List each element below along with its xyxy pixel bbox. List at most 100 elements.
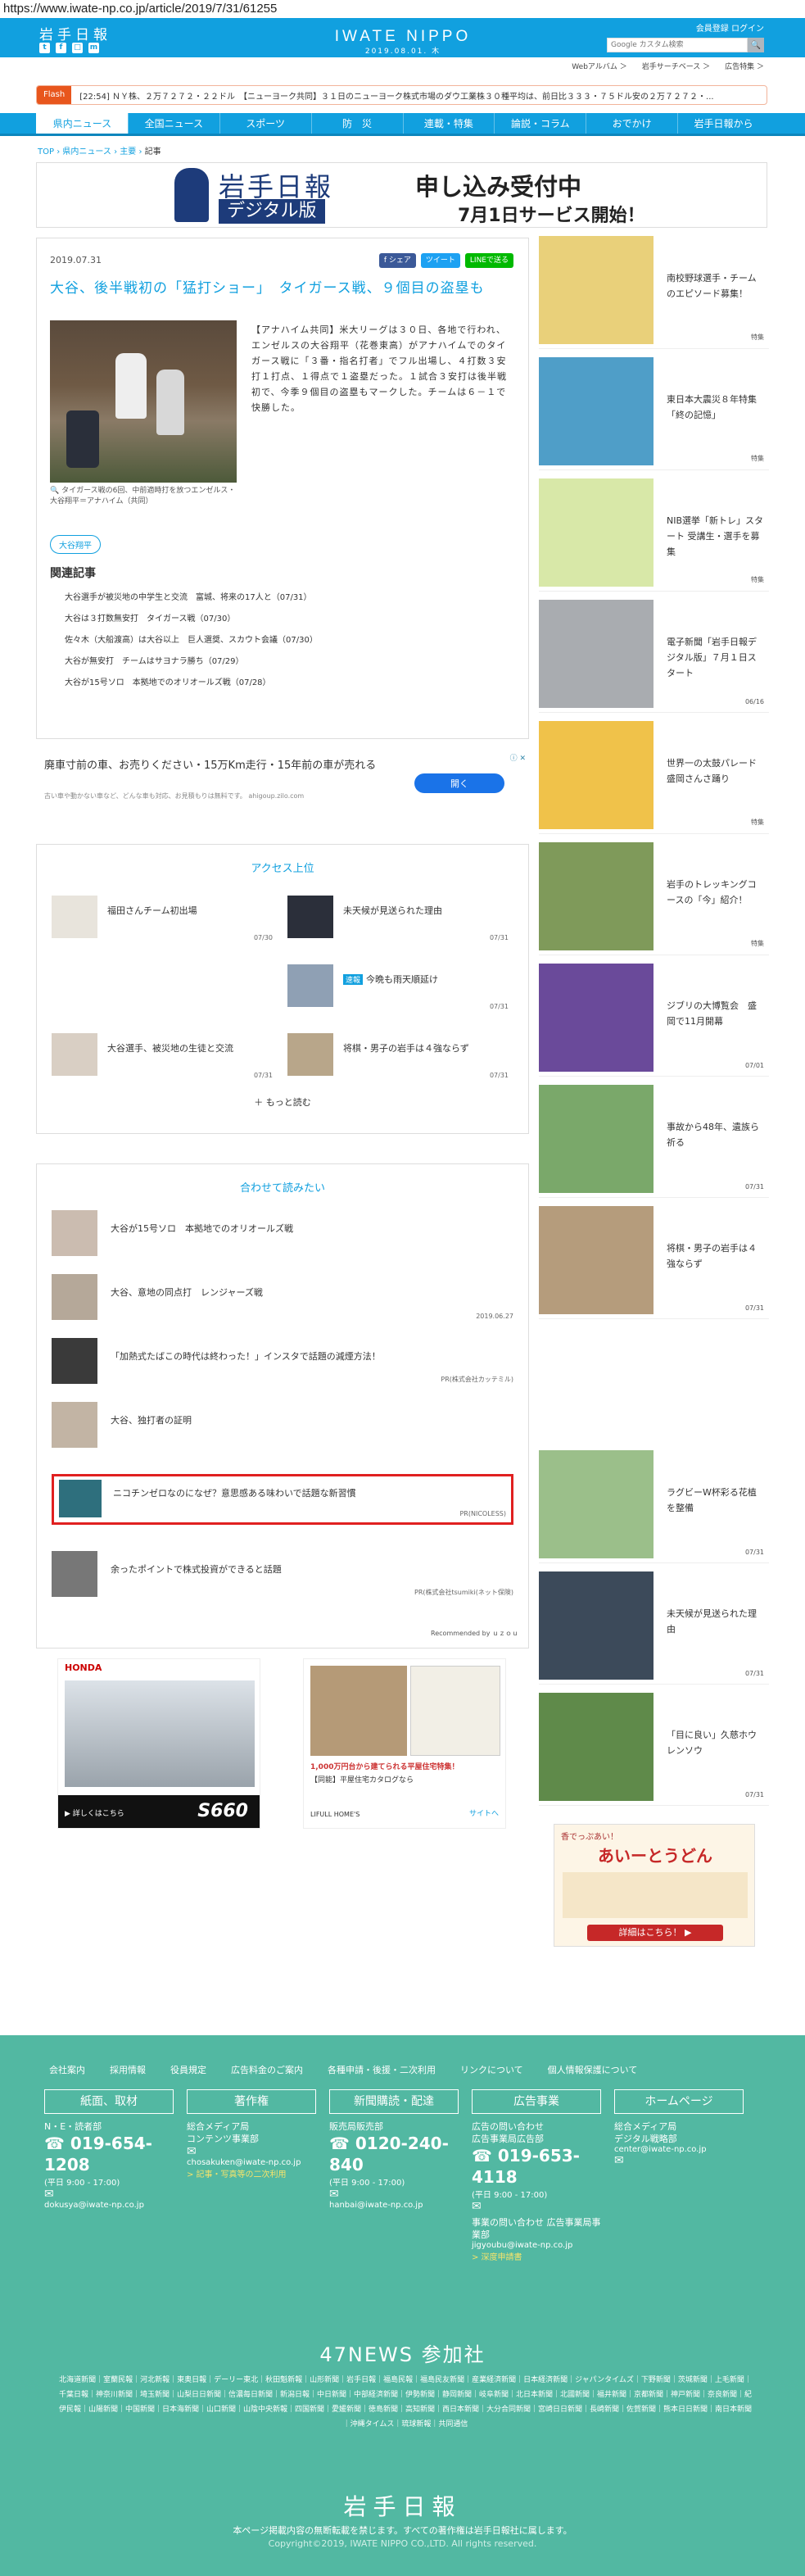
ranking-item[interactable]: 将棋・男子の岩手は４強ならず 07/31 — [287, 1030, 509, 1082]
breadcrumb-main[interactable]: 主要 — [120, 147, 136, 156]
footer-link[interactable]: 役員規定 — [170, 2063, 206, 2076]
facebook-icon[interactable]: f — [56, 43, 66, 53]
col-hours: (平日 9:00 - 17:00) — [329, 2179, 405, 2188]
nav-sports[interactable]: スポーツ — [219, 113, 311, 134]
sidebar-title: 事故から48年、遺族ら祈る — [667, 1122, 759, 1148]
footer-link[interactable]: リンクについて — [460, 2063, 523, 2076]
sidebar-item[interactable]: 「目に良い」久慈ホウレンソウ 07/31 — [539, 1693, 769, 1806]
col-mail[interactable]: hanbai@iwate-np.co.jp — [329, 2201, 459, 2210]
nav-national-news[interactable]: 全国ニュース — [127, 113, 219, 134]
recommend-item[interactable]: 大谷、独打者の証明 — [52, 1399, 513, 1449]
ad-close-icon[interactable]: ⓘ ✕ — [510, 752, 526, 763]
col-link[interactable]: > 深度申請書 — [472, 2250, 601, 2262]
nav-disaster[interactable]: 防 災 — [310, 113, 403, 134]
col-link[interactable]: > 記事・写真等の二次利用 — [187, 2167, 316, 2179]
facebook-share-button[interactable]: f シェア — [378, 253, 416, 268]
related-link[interactable]: 佐々木（大船渡高）は大谷以上 巨人選奨、スカウト会議（07/30） — [65, 630, 318, 651]
nav-series[interactable]: 連載・特集 — [402, 113, 495, 134]
footer-link[interactable]: 各種申請・後援・二次利用 — [328, 2063, 436, 2076]
phone-number[interactable]: ☎ 0120-240-840 — [329, 2133, 459, 2175]
related-link[interactable]: 大谷が15号ソロ 本拠地でのオリオールズ戦（07/28） — [65, 673, 318, 694]
search-button[interactable]: 🔍 — [748, 38, 764, 52]
footer-link[interactable]: 採用情報 — [110, 2063, 146, 2076]
nav-from-iwate[interactable]: 岩手日報から — [677, 113, 769, 134]
twitter-icon[interactable]: t — [39, 43, 50, 53]
breadcrumb-top[interactable]: TOP — [38, 147, 54, 156]
sidebar-thumb — [539, 964, 653, 1072]
ranking-title: 未天候が見送られた理由 — [343, 905, 442, 916]
breadcrumb-local[interactable]: 県内ニュース — [62, 147, 111, 156]
footer-link[interactable]: 個人情報保護について — [548, 2063, 638, 2076]
sublink-search-base[interactable]: 岩手サーチベース ＞ — [642, 61, 710, 71]
nav-outing[interactable]: おでかけ — [586, 113, 677, 134]
udon-link[interactable]: 詳細はこちら！ ▶ — [587, 1925, 723, 1941]
related-link[interactable]: 大谷は３打数無安打 タイガース戦（07/30） — [65, 609, 318, 630]
sidebar-item[interactable]: ジブリの大博覧会 盛岡で11月開幕 07/01 — [539, 964, 769, 1077]
mail-icon[interactable]: m — [88, 43, 99, 53]
nav-local-news[interactable]: 県内ニュース — [36, 113, 128, 134]
article-photo[interactable] — [50, 320, 237, 483]
house-ad[interactable]: 1,000万円台から建てられる平屋住宅特集！ 【同能】平屋住宅カタログなら LI… — [303, 1658, 506, 1829]
sidebar-item[interactable]: 電子新聞「岩手日報デジタル版」７月１日スタート 06/16 — [539, 600, 769, 713]
house-link[interactable]: サイトへ — [469, 1807, 499, 1818]
related-link[interactable]: 大谷選手が被災地の中学生と交流 富城、将来の17人と（07/31） — [65, 587, 318, 609]
honda-ad[interactable]: HONDA ▶ 詳しくはこちら S660 — [57, 1658, 260, 1829]
col-mail[interactable]: center@iwate-np.co.jp — [614, 2145, 744, 2154]
ad-open-button[interactable]: 開く — [414, 773, 504, 793]
phone-number[interactable]: ☎ 019-654-1208 — [44, 2133, 174, 2175]
floor-plan — [410, 1666, 500, 1756]
udon-ad[interactable]: 香でっぷあい！ あいーとうどん 詳細はこちら！ ▶ — [554, 1824, 755, 1947]
member-links[interactable]: 会員登録 ログイン — [696, 21, 764, 34]
sidebar-thumb — [539, 1450, 653, 1558]
flash-text[interactable]: [22:54] ＮＹ株、２万７２７２・２２ドル 【ニューヨーク共同】３１日のニュ… — [79, 89, 713, 102]
ranking-item[interactable]: 大谷選手、被災地の生徒と交流 07/31 — [52, 1030, 273, 1082]
recommend-item[interactable]: 余ったポイントで株式投資ができると話題 PR(株式会社tsumiki(ネット保険… — [52, 1548, 513, 1599]
brand-name[interactable]: IWATE NIPPO — [321, 28, 485, 46]
col-heading: 著作権 — [187, 2089, 316, 2114]
related-link[interactable]: 大谷が無安打 チームはサヨナラ勝ち（07/29） — [65, 651, 318, 673]
more-button[interactable]: ＋ もっと読む — [37, 1095, 528, 1109]
text-ad[interactable]: 廃車寸前の車、お売りください・15万Km走行・15年前の車が売れる 古い車や動か… — [36, 749, 529, 813]
sidebar-item[interactable]: 岩手のトレッキングコースの「今」紹介！ 特集 — [539, 842, 769, 955]
instagram-icon[interactable]: □ — [72, 43, 83, 53]
col-heading: ホームページ — [614, 2089, 744, 2114]
flash-ticker[interactable]: Flash [22:54] ＮＹ株、２万７２７２・２２ドル 【ニューヨーク共同】… — [36, 85, 767, 105]
sidebar-item[interactable]: 世界一の太鼓パレード 盛岡さんさ踊り 特集 — [539, 721, 769, 834]
col-mail[interactable]: jigyoubu@iwate-np.co.jp — [472, 2241, 601, 2250]
ranking-item[interactable]: 未天候が見送られた理由 07/31 — [287, 892, 509, 945]
digital-banner[interactable]: 岩手日報 デジタル版 申し込み受付中 7月1日サービス開始！ — [36, 162, 767, 228]
article-date: 2019.07.31 — [50, 255, 102, 265]
honda-link[interactable]: ▶ 詳しくはこちら — [65, 1807, 124, 1818]
phone-number[interactable]: ☎ 019-653-4118 — [472, 2145, 601, 2188]
col-mail[interactable]: chosakuken@iwate-np.co.jp — [187, 2158, 316, 2167]
line-share-button[interactable]: LINEで送る — [464, 253, 513, 268]
ranking-thumb — [52, 896, 97, 938]
site-logo[interactable]: 岩手日報 — [39, 23, 111, 43]
nav-editorial[interactable]: 論説・コラム — [494, 113, 586, 134]
recommend-item[interactable]: 大谷が15号ソロ 本拠地でのオリオールズ戦 — [52, 1207, 513, 1258]
url-bar[interactable]: https://www.iwate-np.co.jp/article/2019/… — [0, 0, 805, 18]
sublink-ad-feature[interactable]: 広告特集 ＞ — [725, 61, 764, 71]
recommend-item[interactable]: 大谷、意地の同点打 レンジャーズ戦 2019.06.27 — [52, 1271, 513, 1322]
footer-link[interactable]: 広告料金のご案内 — [231, 2063, 303, 2076]
ranking-item[interactable]: 福田さんチーム初出場 07/30 — [52, 892, 273, 945]
ranking-item[interactable]: 速報 今晩も雨天順延け 07/31 — [287, 961, 509, 1014]
sidebar-item[interactable]: ラグビーW杯彩る花植を整備 07/31 — [539, 1450, 769, 1563]
search-input[interactable] — [607, 38, 748, 52]
footer-link[interactable]: 会社案内 — [49, 2063, 85, 2076]
sidebar-item[interactable]: 将棋・男子の岩手は４強ならず 07/31 — [539, 1206, 769, 1319]
sublink-album[interactable]: Webアルバム ＞ — [572, 61, 626, 71]
sidebar-item[interactable]: 事故から48年、遺族ら祈る 07/31 — [539, 1085, 769, 1198]
sidebar-item[interactable]: 東日本大震災８年特集「終の記憶」 特集 — [539, 357, 769, 470]
sidebar-item[interactable]: 南校野球選手・チームのエピソード募集！ 特集 — [539, 236, 769, 349]
sidebar-item[interactable]: 未天候が見送られた理由 07/31 — [539, 1571, 769, 1685]
recommend-item-highlighted[interactable]: ニコチンゼロなのになぜ？意思感ある味わいで話題な新習慣 PR(NICOLESS) — [52, 1474, 513, 1525]
col-mail[interactable]: dokusya@iwate-np.co.jp — [44, 2201, 174, 2210]
sidebar-item[interactable]: NIB選挙「新トレ」スタート 受講生・選手を募集 特集 — [539, 478, 769, 592]
recommend-item[interactable]: 「加熱式たばこの時代は終わった！」インスタで話題の減煙方法！ PR(株式会社カッ… — [52, 1335, 513, 1386]
powered-by[interactable]: Recommended by ｕｚｏｕ — [431, 1629, 518, 1638]
phone-text: 019-653-4118 — [472, 2146, 580, 2187]
article-tag[interactable]: 大谷翔平 — [50, 535, 101, 554]
tweet-button[interactable]: ツイート — [420, 253, 460, 268]
member-papers[interactable]: 北海道新聞｜室蘭民報｜河北新報｜東奥日報｜デーリー東北｜秋田魁新報｜山形新聞｜岩… — [57, 2373, 753, 2432]
